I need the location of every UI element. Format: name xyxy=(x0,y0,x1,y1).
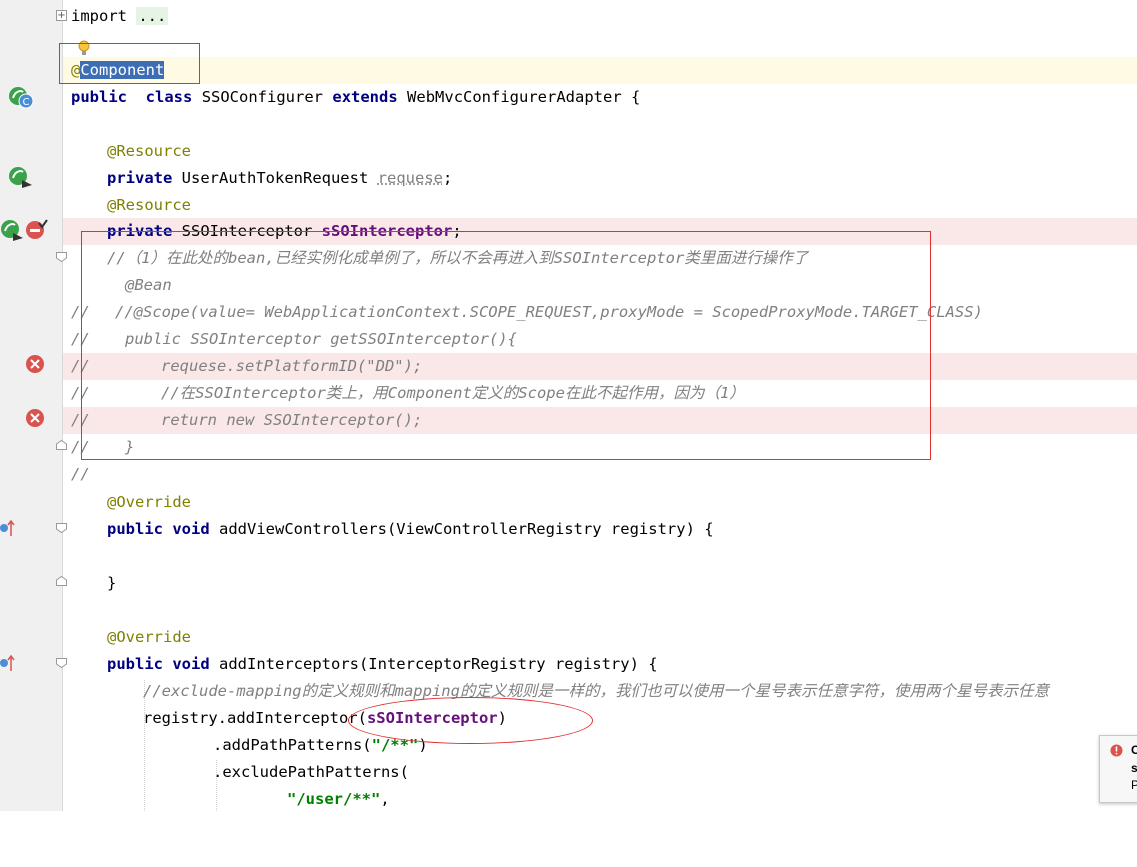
annotation: @Override xyxy=(107,493,191,511)
code-line: "/user/**", xyxy=(63,786,1137,813)
method-call[interactable]: registry.addInterceptor( xyxy=(143,709,367,727)
code-line: public void addViewControllers(ViewContr… xyxy=(63,516,1137,543)
import-keyword: import xyxy=(71,7,127,25)
override-method-icon[interactable] xyxy=(0,653,16,673)
comment: @Bean xyxy=(125,276,172,294)
keyword: public void xyxy=(107,655,210,673)
breakpoint-icon[interactable] xyxy=(24,219,48,243)
punct: ; xyxy=(442,169,453,187)
svg-text:C: C xyxy=(23,97,30,108)
code-line-import: import ... xyxy=(63,3,1137,30)
override-method-icon[interactable] xyxy=(0,518,16,538)
keyword: public void xyxy=(107,520,210,538)
punct: ) xyxy=(418,736,428,754)
punct: ) xyxy=(497,709,507,727)
comment-line: // return new SSOInterceptor(); xyxy=(63,407,1137,456)
annotation-at: @ xyxy=(71,61,81,79)
code-line: registry.addInterceptor(sSOInterceptor) xyxy=(63,705,1137,732)
code-line: private UserAuthTokenRequest requese; xyxy=(63,165,1137,192)
comment: //exclude-mapping的定义规则和mapping的定义规则是一样的，… xyxy=(143,682,1049,700)
code-line: .addPathPatterns("/**") xyxy=(63,732,1137,759)
folded-imports[interactable]: ... xyxy=(136,7,169,25)
unused-field[interactable]: requese xyxy=(378,169,443,187)
comment: public SSOInterceptor getSSOInterceptor(… xyxy=(125,330,517,348)
error-icon[interactable] xyxy=(25,354,45,374)
comment-line: // requese.setPlatformID("DD"); xyxy=(63,353,1137,402)
code-line: @Override xyxy=(63,624,1137,651)
annotation: @Resource xyxy=(107,196,191,214)
comment-line: // //在SSOInterceptor类上，用Component定义的Scop… xyxy=(63,380,1137,429)
comment-line: // //@Scope(value= WebApplicationContext… xyxy=(63,299,1137,348)
type-name[interactable]: SSOInterceptor xyxy=(182,222,313,240)
keyword: extends xyxy=(332,88,398,106)
notification-balloon[interactable]: C s P xyxy=(1099,735,1137,803)
code-line-class: public class SSOConfigurer extends WebMv… xyxy=(63,84,1137,111)
spring-navigate-icon[interactable] xyxy=(8,166,34,190)
code-line: @Resource xyxy=(63,192,1137,219)
comment: //在SSOInterceptor类上，用Component定义的Scope在此… xyxy=(161,384,745,402)
editor-gutter: C + xyxy=(0,0,90,811)
comment-line: //（1）在此处的bean,已经实例化成单例了，所以不会再进入到SSOInter… xyxy=(63,245,1137,272)
class-name[interactable]: SSOConfigurer xyxy=(202,88,323,106)
code-line: @Resource xyxy=(63,138,1137,165)
keyword: class xyxy=(145,88,193,106)
annotation: @Resource xyxy=(107,142,191,160)
string-literal: "/**" xyxy=(371,736,419,754)
comment-line: // } xyxy=(63,434,1137,483)
code-line: private SSOInterceptor sSOInterceptor; xyxy=(63,218,1137,245)
brace: } xyxy=(107,574,117,592)
spring-navigate-icon[interactable] xyxy=(0,219,24,243)
code-line: } xyxy=(63,570,1137,597)
comment: return new SSOInterceptor(); xyxy=(161,411,423,429)
string-literal: "/user/**" xyxy=(287,790,381,808)
type-name[interactable]: UserAuthTokenRequest xyxy=(182,169,369,187)
keyword: private xyxy=(107,222,173,240)
field-name[interactable]: sSOInterceptor xyxy=(367,709,498,727)
code-line: @Override xyxy=(63,489,1137,516)
error-icon xyxy=(1110,744,1123,757)
notification-text: s xyxy=(1131,761,1137,775)
comment: //@Scope(value= WebApplicationContext.SC… xyxy=(115,303,983,321)
line-comment-marker: // xyxy=(71,465,90,483)
keyword: public xyxy=(71,88,127,106)
selected-component[interactable]: Component xyxy=(80,61,165,79)
comment-line: //exclude-mapping的定义规则和mapping的定义规则是一样的，… xyxy=(63,678,1137,705)
code-line-annotation: @Component xyxy=(63,57,1137,84)
error-icon[interactable] xyxy=(25,408,45,428)
annotation: @Override xyxy=(107,628,191,646)
comment-line: // @Bean xyxy=(63,272,1137,321)
comment: //（1）在此处的bean,已经实例化成单例了，所以不会再进入到SSOInter… xyxy=(107,249,809,267)
punct: ; xyxy=(452,222,462,240)
keyword: private xyxy=(107,169,173,187)
method-call[interactable]: .excludePathPatterns( xyxy=(213,759,409,786)
method-call[interactable]: .addPathPatterns( xyxy=(213,736,372,754)
method-signature[interactable]: addViewControllers(ViewControllerRegistr… xyxy=(219,520,714,538)
parent-class[interactable]: WebMvcConfigurerAdapter { xyxy=(407,88,640,106)
notification-title: C xyxy=(1131,743,1137,757)
comment: requese.setPlatformID("DD"); xyxy=(161,357,423,375)
spring-bean-class-icon[interactable]: C xyxy=(8,86,34,110)
notification-text: P xyxy=(1131,778,1137,792)
code-line: public void addInterceptors(InterceptorR… xyxy=(63,651,1137,678)
code-line: .excludePathPatterns( xyxy=(63,759,1137,786)
method-signature[interactable]: addInterceptors(InterceptorRegistry regi… xyxy=(219,655,658,673)
comment: } xyxy=(125,438,135,456)
punct: , xyxy=(380,790,390,808)
field-name[interactable]: sSOInterceptor xyxy=(322,222,453,240)
code-editor[interactable]: import ... @Component public class SSOCo… xyxy=(63,0,1137,811)
comment-line: // public SSOInterceptor getSSOIntercept… xyxy=(63,326,1137,375)
